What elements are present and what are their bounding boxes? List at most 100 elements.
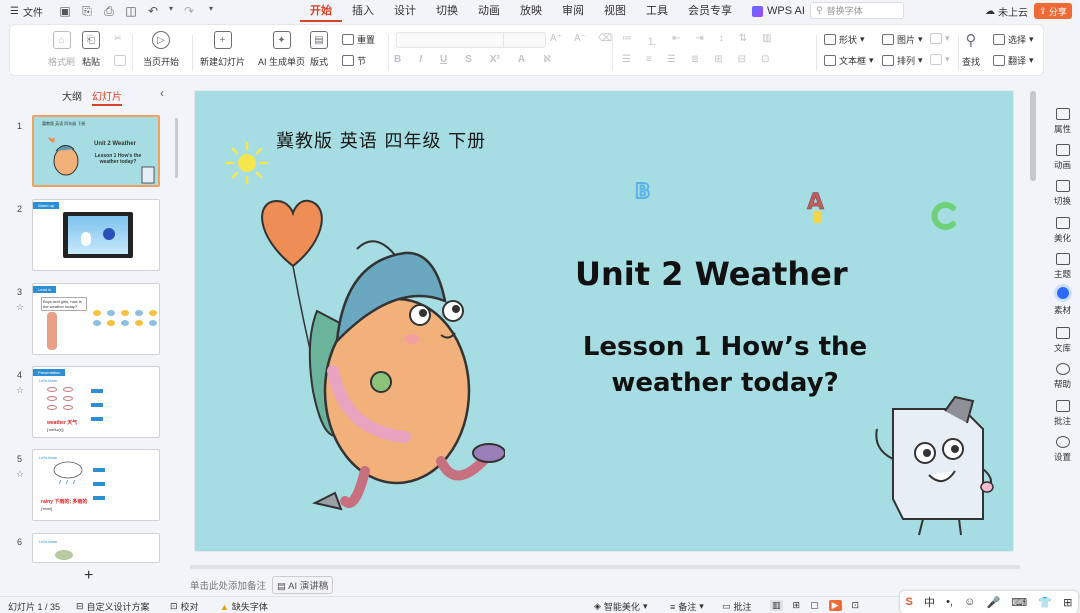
- cloud-status[interactable]: ☁ 未上云: [985, 4, 1028, 19]
- sidebar-item-theme[interactable]: 主题: [1045, 253, 1080, 280]
- slide-thumbnail-3[interactable]: Lead in Boys and girls, how is the weath…: [32, 283, 160, 355]
- share-button[interactable]: ⇪ 分享: [1034, 3, 1072, 19]
- translate-button[interactable]: 翻译 ▾: [993, 54, 1034, 67]
- slide-thumbnail-6[interactable]: Let's learn: [32, 533, 160, 563]
- layout-button[interactable]: ▤ 版式: [310, 31, 328, 68]
- toolbox-icon[interactable]: ⊞: [1063, 596, 1072, 609]
- slide-subtitle[interactable]: Lesson 1 How’s the weather today?: [567, 329, 883, 401]
- superscript-icon[interactable]: X²: [490, 54, 500, 65]
- add-slide-button[interactable]: +: [84, 567, 93, 585]
- voice-icon[interactable]: 🎤: [986, 596, 1000, 609]
- reading-view-icon[interactable]: ▢: [810, 600, 819, 611]
- notes-toggle-button[interactable]: ≡ 备注 ▾: [670, 600, 704, 613]
- numbered-list-icon[interactable]: ⒈: [647, 33, 657, 48]
- sidebar-item-beautify[interactable]: 美化: [1045, 217, 1080, 244]
- cut-button[interactable]: ✂: [114, 33, 122, 44]
- slide-title[interactable]: Unit 2 Weather: [575, 255, 848, 293]
- font-color-icon[interactable]: A: [518, 54, 525, 65]
- notes-placeholder[interactable]: 单击此处添加备注: [190, 578, 266, 592]
- customize-dropdown-icon[interactable]: ▾: [204, 4, 218, 19]
- undo-icon[interactable]: ↶: [146, 4, 160, 19]
- clear-format-icon[interactable]: ⌫: [598, 33, 612, 44]
- tab-outline[interactable]: 大纲: [62, 88, 82, 106]
- section-button[interactable]: 节: [342, 54, 366, 67]
- collapse-panel-icon[interactable]: ‹: [160, 86, 164, 100]
- undo-dropdown-icon[interactable]: ▾: [168, 4, 174, 19]
- tab-design[interactable]: 设计: [384, 0, 426, 22]
- sorter-view-icon[interactable]: ⊞: [793, 600, 801, 611]
- text-direction-icon[interactable]: ⇅: [739, 33, 747, 48]
- align-center-icon[interactable]: ≡: [646, 54, 652, 65]
- fill-button[interactable]: ▾: [930, 33, 950, 44]
- custom-design-button[interactable]: ⊟ 自定义设计方案: [76, 600, 150, 613]
- slide-thumbnail-1[interactable]: 冀教版 英语 四年级 下册 Unit 2 Weather Lesson 1 Ho…: [32, 115, 160, 187]
- print-preview-icon[interactable]: ◫: [124, 4, 138, 19]
- shape-button[interactable]: 形状 ▾: [824, 33, 865, 46]
- line-spacing-icon[interactable]: ↕: [719, 33, 724, 48]
- align-left-icon[interactable]: ☰: [622, 54, 631, 65]
- outline-button[interactable]: ▾: [930, 54, 950, 65]
- redo-icon[interactable]: ↷: [182, 4, 196, 19]
- horizontal-scrollbar[interactable]: [190, 565, 1020, 569]
- slide-thumbnail-4[interactable]: Presentation Let's learn weather 天气 ['we…: [32, 366, 160, 438]
- keyboard-icon[interactable]: ⌨: [1011, 596, 1027, 609]
- ai-generate-slide-button[interactable]: ✦ AI 生成单页: [258, 31, 305, 68]
- sidebar-item-help[interactable]: 帮助: [1045, 363, 1080, 390]
- image-button[interactable]: 图片 ▾: [882, 33, 923, 46]
- tab-transitions[interactable]: 切换: [426, 0, 468, 22]
- copy-button[interactable]: [114, 55, 126, 66]
- emoji-icon[interactable]: ☺: [964, 596, 975, 608]
- slide-thumbnail-2[interactable]: Warm up: [32, 199, 160, 271]
- sidebar-item-properties[interactable]: 属性: [1045, 108, 1080, 135]
- tab-view[interactable]: 视图: [594, 0, 636, 22]
- skin-icon[interactable]: 👕: [1038, 596, 1052, 609]
- proofread-button[interactable]: ⊡ 校对: [170, 600, 199, 613]
- tab-slides[interactable]: 幻灯片: [92, 88, 122, 106]
- file-menu[interactable]: ☰ 文件: [0, 4, 52, 19]
- tab-animations[interactable]: 动画: [468, 0, 510, 22]
- sidebar-item-animation[interactable]: 动画: [1045, 144, 1080, 171]
- sidebar-item-library[interactable]: 文库: [1045, 327, 1080, 354]
- tab-insert[interactable]: 插入: [342, 0, 384, 22]
- slide-thumbnail-5[interactable]: Let's learn rainy 下雨的; 多雨的 ['reɪni]: [32, 449, 160, 521]
- sogou-logo-icon[interactable]: S: [906, 596, 913, 608]
- ai-speech-script-button[interactable]: ▤ AI 演讲稿: [272, 576, 334, 594]
- increase-indent-icon[interactable]: ⇥: [695, 33, 703, 48]
- smart-art-icon[interactable]: ⊡: [761, 54, 769, 65]
- reset-button[interactable]: 重置: [342, 33, 375, 46]
- tab-member[interactable]: 会员专享: [678, 0, 742, 22]
- paste-button[interactable]: ⎗ 粘贴: [82, 31, 100, 68]
- italic-icon[interactable]: I: [419, 54, 422, 65]
- sidebar-item-settings[interactable]: 设置: [1045, 436, 1080, 463]
- sidebar-item-assets[interactable]: 素材: [1045, 284, 1080, 316]
- tab-home[interactable]: 开始: [300, 0, 342, 22]
- smart-beautify-button[interactable]: ◈ 智能美化 ▾: [594, 600, 647, 613]
- normal-view-icon[interactable]: ▥: [770, 600, 783, 611]
- format-painter-button[interactable]: ⌂ 格式刷: [48, 31, 75, 68]
- text-effects-icon[interactable]: ℵ: [543, 54, 551, 65]
- arrange-button[interactable]: 排列 ▾: [882, 54, 923, 67]
- tab-tools[interactable]: 工具: [636, 0, 678, 22]
- search-input[interactable]: ⚲ 替换字体: [810, 2, 904, 19]
- decrease-font-icon[interactable]: A⁻: [574, 33, 586, 44]
- save-icon[interactable]: ▣: [58, 4, 72, 19]
- align-right-icon[interactable]: ☰: [667, 54, 676, 65]
- export-pdf-icon[interactable]: ⎘: [80, 4, 94, 19]
- sidebar-item-comments[interactable]: 批注: [1045, 400, 1080, 427]
- punctuation-icon[interactable]: •,: [946, 596, 953, 608]
- select-button[interactable]: 选择 ▾: [993, 33, 1034, 46]
- thumbnail-scrollbar[interactable]: [175, 118, 178, 178]
- new-slide-button[interactable]: + 新建幻灯片: [200, 31, 245, 68]
- comments-toggle-button[interactable]: ▭ 批注: [722, 600, 752, 613]
- ime-language[interactable]: 中: [924, 594, 935, 610]
- print-icon[interactable]: ⎙: [102, 4, 116, 19]
- bold-icon[interactable]: B: [394, 54, 401, 65]
- bullet-list-icon[interactable]: ≔: [622, 33, 632, 48]
- increase-font-icon[interactable]: A⁺: [550, 33, 562, 44]
- columns-icon[interactable]: ▥: [762, 33, 771, 48]
- fit-window-icon[interactable]: ⊡: [852, 600, 860, 611]
- strikethrough-icon[interactable]: S: [465, 54, 472, 65]
- tab-wps-ai[interactable]: WPS AI: [742, 0, 815, 22]
- sidebar-item-transition[interactable]: 切换: [1045, 180, 1080, 207]
- find-button[interactable]: ⚲ 查找: [962, 31, 980, 68]
